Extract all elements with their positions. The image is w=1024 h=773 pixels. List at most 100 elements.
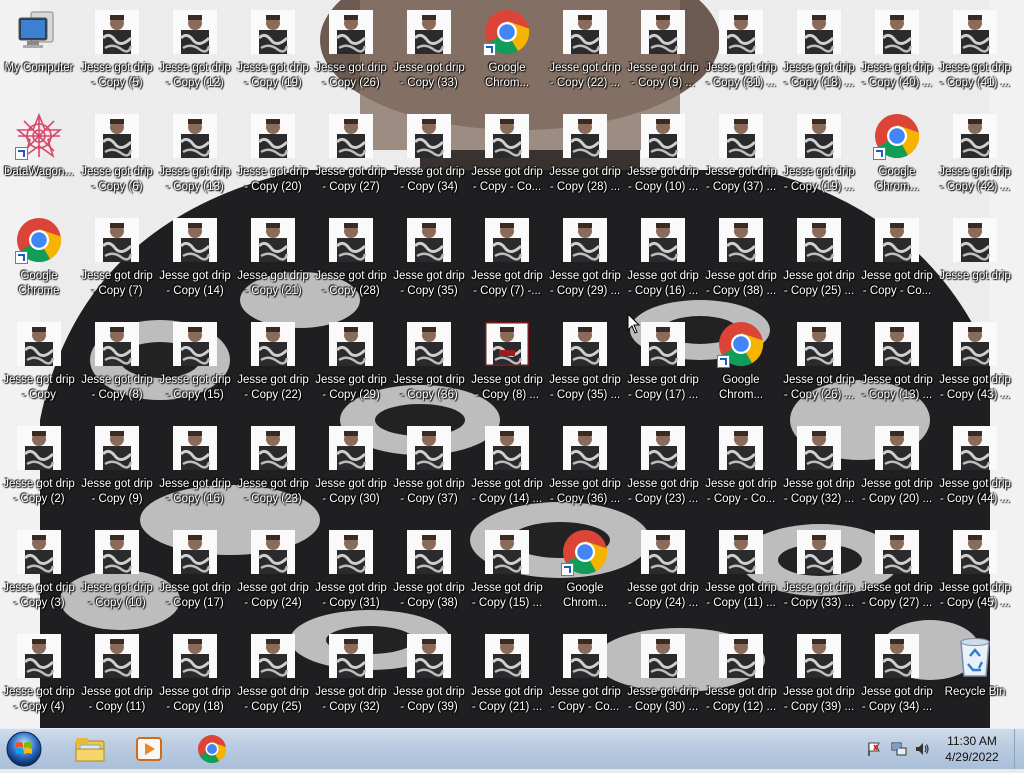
desktop-icon-photo[interactable]: Jesse got drip - Copy (28) [312,210,390,314]
desktop-icon-photo[interactable]: Jesse got drip - Copy (15) [156,314,234,418]
photo-thumbnail-icon [641,530,685,574]
desktop-icon-photo[interactable]: Jesse got drip - Copy (6) [78,106,156,210]
desktop-icon-photo[interactable]: Jesse got drip - Copy (16) [156,418,234,522]
desktop-icon-photo[interactable]: Jesse got drip - Copy (44) ... [936,418,1014,522]
desktop-icon-photo[interactable]: Jesse got drip - Copy (26) [312,2,390,106]
network-icon[interactable] [891,741,907,757]
desktop-icon-photo[interactable]: Jesse got drip - Copy (10) [78,522,156,626]
desktop-icon-photo[interactable]: Jesse got drip - Copy (12) [156,2,234,106]
desktop-icon-photo[interactable]: Jesse got drip - Copy (21) [234,210,312,314]
desktop-icon-photo[interactable]: Jesse got drip - Copy (31) [312,522,390,626]
desktop-icon-photo[interactable]: Jesse got drip [936,210,1014,314]
desktop-icon-photo[interactable]: Jesse got drip - Copy (36) [390,314,468,418]
desktop-icon-photo[interactable]: Jesse got drip - Copy (16) ... [624,210,702,314]
desktop-icon-photo[interactable]: Jesse got drip - Copy (39) ... [780,626,858,730]
desktop-icon-photo[interactable]: Jesse got drip - Copy (33) [390,2,468,106]
desktop-icon-photo[interactable]: Jesse got drip - Copy (25) ... [780,210,858,314]
desktop-icon-photo[interactable]: Jesse got drip - Copy (23) ... [624,418,702,522]
desktop-icon-photo[interactable]: Jesse got drip - Copy (11) [78,626,156,730]
desktop-icon-photo[interactable]: Jesse got drip - Copy (34) [390,106,468,210]
desktop-icon-photo[interactable]: Jesse got drip - Copy (13) ... [858,314,936,418]
desktop-icon-photo[interactable]: Jesse got drip - Copy (30) ... [624,626,702,730]
desktop-icon-photo[interactable]: Jesse got drip - Copy - Co... [468,106,546,210]
desktop-icon-photo[interactable]: Jesse got drip - Copy (18) ... [780,2,858,106]
volume-icon[interactable] [914,741,930,757]
desktop-icon-photo[interactable]: Jesse got drip - Copy (14) [156,210,234,314]
desktop-icon-photo[interactable]: Jesse got drip - Copy (43) ... [936,314,1014,418]
desktop-icon-photo[interactable]: Jesse got drip - Copy (36) ... [546,418,624,522]
desktop-icon-photo[interactable]: Jesse got drip - Copy (22) [234,314,312,418]
desktop-icon-photo[interactable]: Jesse got drip - Copy (24) ... [624,522,702,626]
desktop-icon-photo[interactable]: Jesse got drip - Copy (39) [390,626,468,730]
desktop-icon-photo[interactable]: Jesse got drip - Copy (11) ... [702,522,780,626]
desktop-icon-chrome[interactable]: Google Chrom... [468,2,546,106]
desktop-icon-photo[interactable]: Jesse got drip - Copy (20) ... [858,418,936,522]
desktop-icon-photo[interactable]: Jesse got drip - Copy - Co... [702,418,780,522]
action-center-flag-icon[interactable] [866,741,882,757]
desktop-icon-datawagon[interactable]: DataWagon... [0,106,78,210]
desktop-icon-photo[interactable]: Jesse got drip - Copy (4) [0,626,78,730]
desktop-icon-photo[interactable]: Jesse got drip - Copy (14) ... [468,418,546,522]
desktop-icon-photo[interactable]: Jesse got drip - Copy (7) -... [468,210,546,314]
desktop-icon-photo[interactable]: Jesse got drip - Copy (35) ... [546,314,624,418]
desktop-icon-photo[interactable]: Jesse got drip - Copy (26) ... [780,314,858,418]
desktop-icon-photo[interactable]: Jesse got drip - Copy [0,314,78,418]
desktop-icon-photo[interactable]: Jesse got drip - Copy (32) [312,626,390,730]
desktop-icon-photo[interactable]: Jesse got drip - Copy (41) ... [936,2,1014,106]
desktop-icon-photo[interactable]: Jesse got drip - Copy (37) ... [702,106,780,210]
desktop-icon-photo-alt[interactable]: Jesse got drip - Copy (8) ... [468,314,546,418]
desktop-icon-photo[interactable]: Jesse got drip - Copy (29) ... [546,210,624,314]
desktop-icon-photo[interactable]: Jesse got drip - Copy (31) ... [702,2,780,106]
desktop-icon-chrome[interactable]: Google Chrom... [546,522,624,626]
desktop-icon-photo[interactable]: Jesse got drip - Copy (9) ... [624,2,702,106]
start-button[interactable] [4,730,44,768]
desktop-icon-photo[interactable]: Jesse got drip - Copy (19) ... [780,106,858,210]
desktop-icon-photo[interactable]: Jesse got drip - Copy (27) [312,106,390,210]
desktop-icon-computer[interactable]: My Computer [0,2,78,106]
desktop-icon-chrome[interactable]: Google Chrom... [702,314,780,418]
desktop-icon-photo[interactable]: Jesse got drip - Copy (29) [312,314,390,418]
desktop-icon-photo[interactable]: Jesse got drip - Copy (42) ... [936,106,1014,210]
desktop-icon-photo[interactable]: Jesse got drip - Copy (19) [234,2,312,106]
desktop-icon-photo[interactable]: Jesse got drip - Copy (2) [0,418,78,522]
taskbar-clock[interactable]: 11:30 AM 4/29/2022 [930,733,1014,765]
desktop-icon-recycle-bin[interactable]: Recycle Bin [936,626,1014,730]
desktop-icon-photo[interactable]: Jesse got drip - Copy - Co... [858,210,936,314]
desktop-icon-photo[interactable]: Jesse got drip - Copy (35) [390,210,468,314]
desktop-icon-photo[interactable]: Jesse got drip - Copy (9) [78,418,156,522]
desktop-icon-photo[interactable]: Jesse got drip - Copy (22) ... [546,2,624,106]
desktop-icon-photo[interactable]: Jesse got drip - Copy (38) ... [702,210,780,314]
desktop-icon-chrome[interactable]: Google Chrome [0,210,78,314]
desktop-icon-photo[interactable]: Jesse got drip - Copy (23) [234,418,312,522]
desktop-icon-photo[interactable]: Jesse got drip - Copy (3) [0,522,78,626]
desktop-icon-photo[interactable]: Jesse got drip - Copy (37) [390,418,468,522]
desktop-icon-chrome[interactable]: Google Chrom... [858,106,936,210]
desktop-icon-photo[interactable]: Jesse got drip - Copy (8) [78,314,156,418]
media-player-taskbar-button[interactable] [121,731,177,767]
chrome-taskbar-button[interactable] [184,731,240,767]
desktop-icon-photo[interactable]: Jesse got drip - Copy (40) ... [858,2,936,106]
desktop-icon-photo[interactable]: Jesse got drip - Copy (10) ... [624,106,702,210]
desktop-icon-photo[interactable]: Jesse got drip - Copy (5) [78,2,156,106]
desktop-icon-photo[interactable]: Jesse got drip - Copy (28) ... [546,106,624,210]
desktop-icon-photo[interactable]: Jesse got drip - Copy (15) ... [468,522,546,626]
desktop-icon-photo[interactable]: Jesse got drip - Copy (18) [156,626,234,730]
desktop-icon-photo[interactable]: Jesse got drip - Copy (12) ... [702,626,780,730]
desktop-icon-photo[interactable]: Jesse got drip - Copy (17) [156,522,234,626]
desktop-icon-photo[interactable]: Jesse got drip - Copy (7) [78,210,156,314]
show-desktop-button[interactable] [1014,729,1024,769]
desktop-icon-photo[interactable]: Jesse got drip - Copy (21) ... [468,626,546,730]
desktop-icon-photo[interactable]: Jesse got drip - Copy (32) ... [780,418,858,522]
desktop-icon-photo[interactable]: Jesse got drip - Copy (25) [234,626,312,730]
desktop-icon-photo[interactable]: Jesse got drip - Copy (13) [156,106,234,210]
desktop-icon-photo[interactable]: Jesse got drip - Copy (38) [390,522,468,626]
desktop-icon-photo[interactable]: Jesse got drip - Copy (27) ... [858,522,936,626]
desktop-icon-photo[interactable]: Jesse got drip - Copy (24) [234,522,312,626]
desktop-icon-photo[interactable]: Jesse got drip - Copy (30) [312,418,390,522]
desktop-icon-photo[interactable]: Jesse got drip - Copy - Co... [546,626,624,730]
desktop-icon-photo[interactable]: Jesse got drip - Copy (20) [234,106,312,210]
desktop-icon-photo[interactable]: Jesse got drip - Copy (34) ... [858,626,936,730]
desktop-icon-photo[interactable]: Jesse got drip - Copy (33) ... [780,522,858,626]
explorer-taskbar-button[interactable] [62,731,118,767]
desktop-icon-photo[interactable]: Jesse got drip - Copy (45) ... [936,522,1014,626]
